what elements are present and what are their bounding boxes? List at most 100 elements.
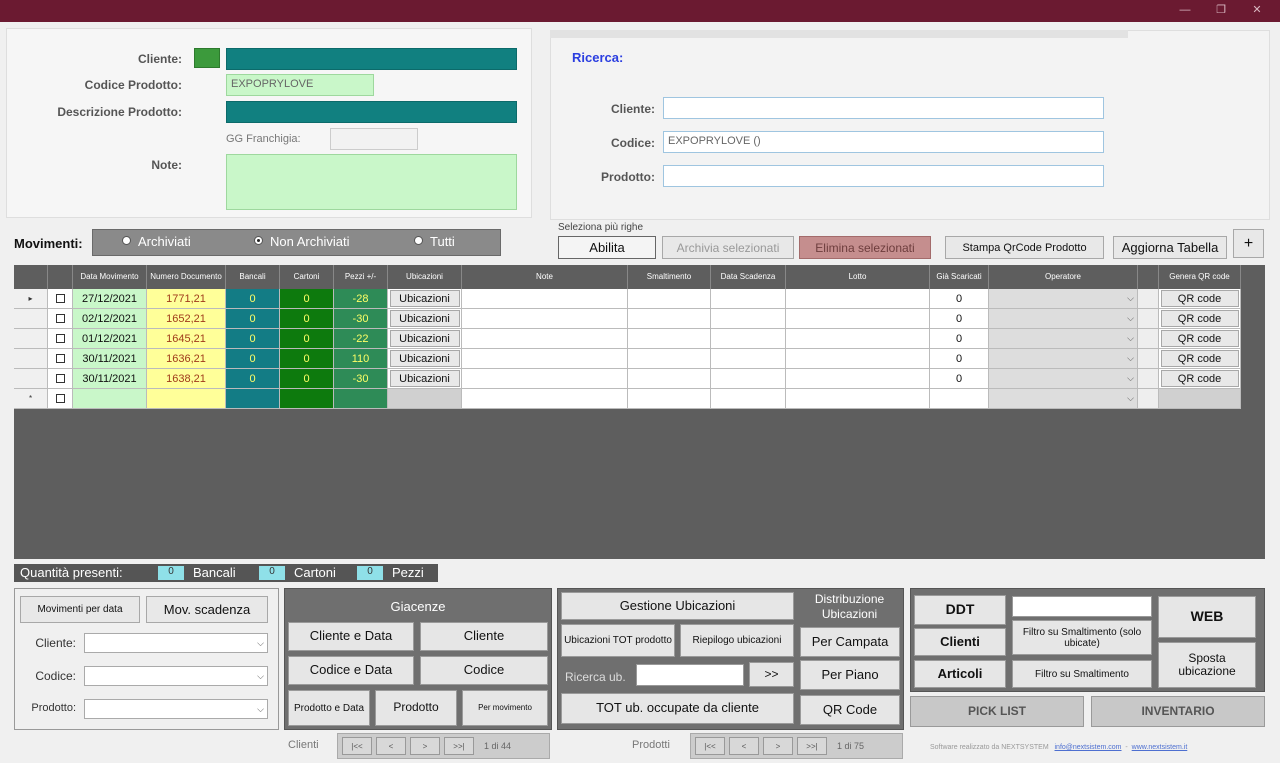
franchigia-field[interactable]: [330, 128, 418, 150]
qr-code-cell[interactable]: QR code: [1159, 349, 1241, 369]
filter-cliente-select[interactable]: ⌵: [84, 633, 268, 653]
header-operatore[interactable]: Operatore: [989, 265, 1138, 289]
giacenze-per-movimento-button[interactable]: Per movimento: [462, 690, 548, 726]
header-data-scadenza[interactable]: Data Scadenza: [711, 265, 786, 289]
giacenze-codice-button[interactable]: Codice: [420, 656, 548, 685]
cell-blank[interactable]: [1138, 369, 1159, 389]
ubicazioni-cell[interactable]: Ubicazioni: [388, 289, 462, 309]
qr-code-cell[interactable]: QR code: [1159, 289, 1241, 309]
filtro-smaltimento-ubicate-button[interactable]: Filtro su Smaltimento (solo ubicate): [1012, 620, 1152, 655]
riepilogo-ubicazioni-button[interactable]: Riepilogo ubicazioni: [680, 624, 794, 657]
clienti-button[interactable]: Clienti: [914, 628, 1006, 656]
header-gia-scaricati[interactable]: Già Scaricati: [930, 265, 989, 289]
cell-data-scadenza[interactable]: [711, 289, 786, 309]
cell-lotto[interactable]: [786, 349, 930, 369]
cell-smaltimento[interactable]: [628, 349, 711, 369]
chevron-down-icon[interactable]: ⌵: [1127, 393, 1134, 404]
abilita-button[interactable]: Abilita: [558, 236, 656, 259]
qr-code-cell[interactable]: QR code: [1159, 369, 1241, 389]
stampa-qrcode-button[interactable]: Stampa QrCode Prodotto: [945, 236, 1104, 259]
prodotti-prev-button[interactable]: <: [729, 737, 759, 755]
cliente-lookup-button[interactable]: [194, 48, 220, 68]
descrizione-field[interactable]: [226, 101, 517, 123]
cell-blank[interactable]: [1138, 329, 1159, 349]
cell-gia-scaricati[interactable]: 0: [930, 309, 989, 329]
cell-smaltimento[interactable]: [628, 369, 711, 389]
cell-gia-scaricati[interactable]: [930, 389, 989, 409]
search-codice-input[interactable]: EXPOPRYLOVE (): [663, 131, 1104, 153]
radio-archiviati[interactable]: [122, 236, 131, 245]
table-row[interactable]: 30/11/2021 1638,21 0 0 -30 Ubicazioni 0 ⌵ QR cod…: [14, 369, 1241, 389]
prodotti-first-button[interactable]: |<<: [695, 737, 725, 755]
qr-code-button[interactable]: QR code: [1160, 330, 1239, 347]
elimina-button[interactable]: Elimina selezionati: [799, 236, 931, 259]
row-checkbox[interactable]: [48, 349, 73, 369]
gestione-ubicazioni-button[interactable]: Gestione Ubicazioni: [561, 592, 794, 620]
pick-list-button[interactable]: PICK LIST: [910, 696, 1084, 727]
tot-ub-cliente-button[interactable]: TOT ub. occupate da cliente: [561, 693, 794, 724]
cell-data-scadenza[interactable]: [711, 309, 786, 329]
filtro-input[interactable]: [1012, 596, 1152, 617]
cell-gia-scaricati[interactable]: 0: [930, 289, 989, 309]
cell-data-scadenza[interactable]: [711, 349, 786, 369]
chevron-down-icon[interactable]: ⌵: [1127, 373, 1134, 384]
giacenze-cliente-button[interactable]: Cliente: [420, 622, 548, 651]
row-checkbox[interactable]: [48, 369, 73, 389]
qr-code-button[interactable]: [1159, 389, 1241, 409]
cell-note[interactable]: [462, 309, 628, 329]
table-row[interactable]: 01/12/2021 1645,21 0 0 -22 Ubicazioni 0 ⌵ QR cod…: [14, 329, 1241, 349]
cell-smaltimento[interactable]: [628, 309, 711, 329]
ricerca-ub-input[interactable]: [636, 664, 744, 686]
giacenze-cliente-data-button[interactable]: Cliente e Data: [288, 622, 414, 651]
note-field[interactable]: [226, 154, 517, 210]
ubicazioni-cell[interactable]: Ubicazioni: [388, 329, 462, 349]
ubicazioni-button[interactable]: Ubicazioni: [389, 290, 460, 307]
row-select-checkbox[interactable]: [55, 374, 65, 383]
operatore-select[interactable]: ⌵: [989, 309, 1138, 329]
qr-code-button[interactable]: QR code: [1160, 370, 1239, 387]
cell-note[interactable]: [462, 329, 628, 349]
cell-lotto[interactable]: [786, 329, 930, 349]
cell-smaltimento[interactable]: [628, 389, 711, 409]
qr-code-button[interactable]: QR code: [1160, 310, 1239, 327]
cell-lotto[interactable]: [786, 309, 930, 329]
cell-blank[interactable]: [1138, 389, 1159, 409]
ubicazioni-button[interactable]: Ubicazioni: [389, 350, 460, 367]
cliente-field[interactable]: [226, 48, 517, 70]
cell-note[interactable]: [462, 289, 628, 309]
operatore-select[interactable]: ⌵: [989, 389, 1138, 409]
maximize-button[interactable]: ❐: [1214, 3, 1228, 17]
row-select-checkbox[interactable]: [55, 294, 65, 303]
qr-code-cell[interactable]: QR code: [1159, 309, 1241, 329]
operatore-select[interactable]: ⌵: [989, 289, 1138, 309]
row-checkbox[interactable]: [48, 289, 73, 309]
search-cliente-input[interactable]: [663, 97, 1104, 119]
footer-email-link[interactable]: info@nextsistem.com: [1055, 744, 1122, 751]
ubicazioni-button[interactable]: Ubicazioni: [389, 310, 460, 327]
chevron-down-icon[interactable]: ⌵: [1127, 353, 1134, 364]
qr-code-button[interactable]: QR code: [1160, 290, 1239, 307]
giacenze-prodotto-button[interactable]: Prodotto: [375, 690, 457, 726]
header-bancali[interactable]: Bancali: [226, 265, 280, 289]
cell-blank[interactable]: [1138, 309, 1159, 329]
minimize-button[interactable]: —: [1178, 3, 1192, 17]
ubicazioni-button[interactable]: [388, 389, 462, 409]
header-smaltimento[interactable]: Smaltimento: [628, 265, 711, 289]
prodotti-last-button[interactable]: >>|: [797, 737, 827, 755]
filter-codice-select[interactable]: ⌵: [84, 666, 268, 686]
per-campata-button[interactable]: Per Campata: [800, 627, 900, 657]
table-row[interactable]: ▸ 27/12/2021 1771,21 0 0 -28 Ubicazioni 0 ⌵ QR co…: [14, 289, 1241, 309]
aggiorna-tabella-button[interactable]: Aggiorna Tabella: [1113, 236, 1227, 259]
giacenze-prodotto-data-button[interactable]: Prodotto e Data: [288, 690, 370, 726]
radio-non-archiviati[interactable]: [254, 236, 263, 245]
header-lotto[interactable]: Lotto: [786, 265, 930, 289]
row-checkbox[interactable]: [48, 309, 73, 329]
row-select-checkbox[interactable]: [55, 334, 65, 343]
ubicazioni-cell[interactable]: Ubicazioni: [388, 309, 462, 329]
clienti-next-button[interactable]: >: [410, 737, 440, 755]
filtro-smaltimento-button[interactable]: Filtro su Smaltimento: [1012, 660, 1152, 688]
header-data-movimento[interactable]: Data Movimento: [73, 265, 147, 289]
header-cartoni[interactable]: Cartoni: [280, 265, 334, 289]
cell-gia-scaricati[interactable]: 0: [930, 329, 989, 349]
clienti-last-button[interactable]: >>|: [444, 737, 474, 755]
